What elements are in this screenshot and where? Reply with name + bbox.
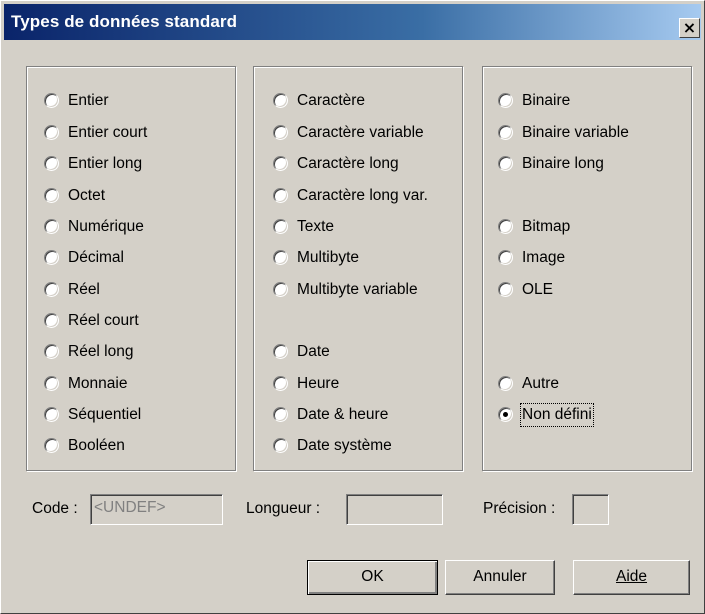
length-field[interactable] <box>346 494 443 525</box>
radio-label: OLE <box>522 281 554 298</box>
precision-field[interactable] <box>572 494 609 525</box>
radio-button-icon[interactable] <box>273 219 288 234</box>
help-button[interactable]: Aide <box>573 560 690 595</box>
radio-label: Numérique <box>68 218 144 235</box>
radio-label: Heure <box>297 375 340 392</box>
radio-button-icon[interactable] <box>498 376 513 391</box>
radio-label: Entier court <box>68 124 148 141</box>
radio-label: Entier long <box>68 155 143 172</box>
radio-label: Réel <box>68 281 100 298</box>
binary-types-group: Binaire Binaire variable Binaire long Bitma… <box>482 66 692 471</box>
radio-button-icon[interactable] <box>498 282 513 297</box>
radio-button-icon[interactable] <box>44 156 59 171</box>
radio-button-icon[interactable] <box>498 156 513 171</box>
code-label: Code : <box>32 500 78 517</box>
radio-label: Texte <box>297 218 335 235</box>
radio-button-icon[interactable] <box>273 282 288 297</box>
radio-label: Autre <box>522 375 560 392</box>
radio-label: Décimal <box>68 249 124 266</box>
radio-button-icon[interactable] <box>273 376 288 391</box>
radio-label: Binaire long <box>522 155 604 172</box>
radio-button-icon[interactable] <box>273 438 288 453</box>
radio-label: Séquentiel <box>68 406 142 423</box>
radio-label: Multibyte variable <box>297 281 418 298</box>
radio-button-icon[interactable] <box>44 282 59 297</box>
radio-button-icon[interactable] <box>273 344 288 359</box>
radio-button-icon[interactable] <box>44 250 59 265</box>
radio-button-icon[interactable] <box>498 407 513 422</box>
radio-label: Date système <box>297 437 392 454</box>
radio-button-icon[interactable] <box>44 125 59 140</box>
radio-label: Date <box>297 343 330 360</box>
radio-label: Image <box>522 249 566 266</box>
radio-button-icon[interactable] <box>498 250 513 265</box>
radio-label: Réel court <box>68 312 139 329</box>
radio-button-icon[interactable] <box>498 93 513 108</box>
radio-button-icon[interactable] <box>44 376 59 391</box>
precision-label: Précision : <box>483 500 556 517</box>
radio-label: Octet <box>68 187 106 204</box>
dialog-window: Types de données standard × Entier Entier… <box>0 0 705 614</box>
radio-label: Binaire <box>522 92 571 109</box>
radio-label: Réel long <box>68 343 134 360</box>
radio-button-icon[interactable] <box>273 250 288 265</box>
character-types-group: Caractère Caractère variable Caractère lon… <box>253 66 463 471</box>
radio-button-icon[interactable] <box>273 188 288 203</box>
radio-label: Caractère long <box>297 155 399 172</box>
title-bar[interactable]: Types de données standard <box>4 4 701 40</box>
radio-label: Entier <box>68 92 109 109</box>
radio-button-icon[interactable] <box>273 93 288 108</box>
radio-button-icon[interactable] <box>44 188 59 203</box>
code-field[interactable]: <UNDEF> <box>90 494 223 525</box>
radio-label: Date & heure <box>297 406 389 423</box>
radio-label: Non défini <box>520 403 594 427</box>
radio-label: Binaire variable <box>522 124 629 141</box>
radio-button-icon[interactable] <box>498 219 513 234</box>
length-label: Longueur : <box>246 500 321 517</box>
radio-button-icon[interactable] <box>44 407 59 422</box>
radio-label: Multibyte <box>297 249 360 266</box>
radio-label: Booléen <box>68 437 125 454</box>
radio-button-icon[interactable] <box>498 125 513 140</box>
radio-button-icon[interactable] <box>273 156 288 171</box>
radio-label: Bitmap <box>522 218 571 235</box>
dialog-title: Types de données standard <box>11 12 238 31</box>
help-button-label: Aide <box>615 568 648 585</box>
radio-button-icon[interactable] <box>44 313 59 328</box>
close-button[interactable]: × <box>679 18 700 38</box>
radio-selected-dot-icon <box>503 412 508 417</box>
radio-button-icon[interactable] <box>44 93 59 108</box>
radio-button-icon[interactable] <box>273 407 288 422</box>
ok-button[interactable]: OK <box>307 560 438 595</box>
radio-label: Monnaie <box>68 375 128 392</box>
radio-button-icon[interactable] <box>44 219 59 234</box>
radio-label: Caractère long var. <box>297 187 428 204</box>
numeric-types-group: Entier Entier court Entier long Octet Numéri… <box>26 66 236 471</box>
radio-button-icon[interactable] <box>44 344 59 359</box>
radio-button-icon[interactable] <box>273 125 288 140</box>
close-icon: × <box>682 18 697 37</box>
radio-label: Caractère <box>297 92 366 109</box>
cancel-button[interactable]: Annuler <box>445 560 555 595</box>
radio-button-icon[interactable] <box>44 438 59 453</box>
radio-label: Caractère variable <box>297 124 424 141</box>
